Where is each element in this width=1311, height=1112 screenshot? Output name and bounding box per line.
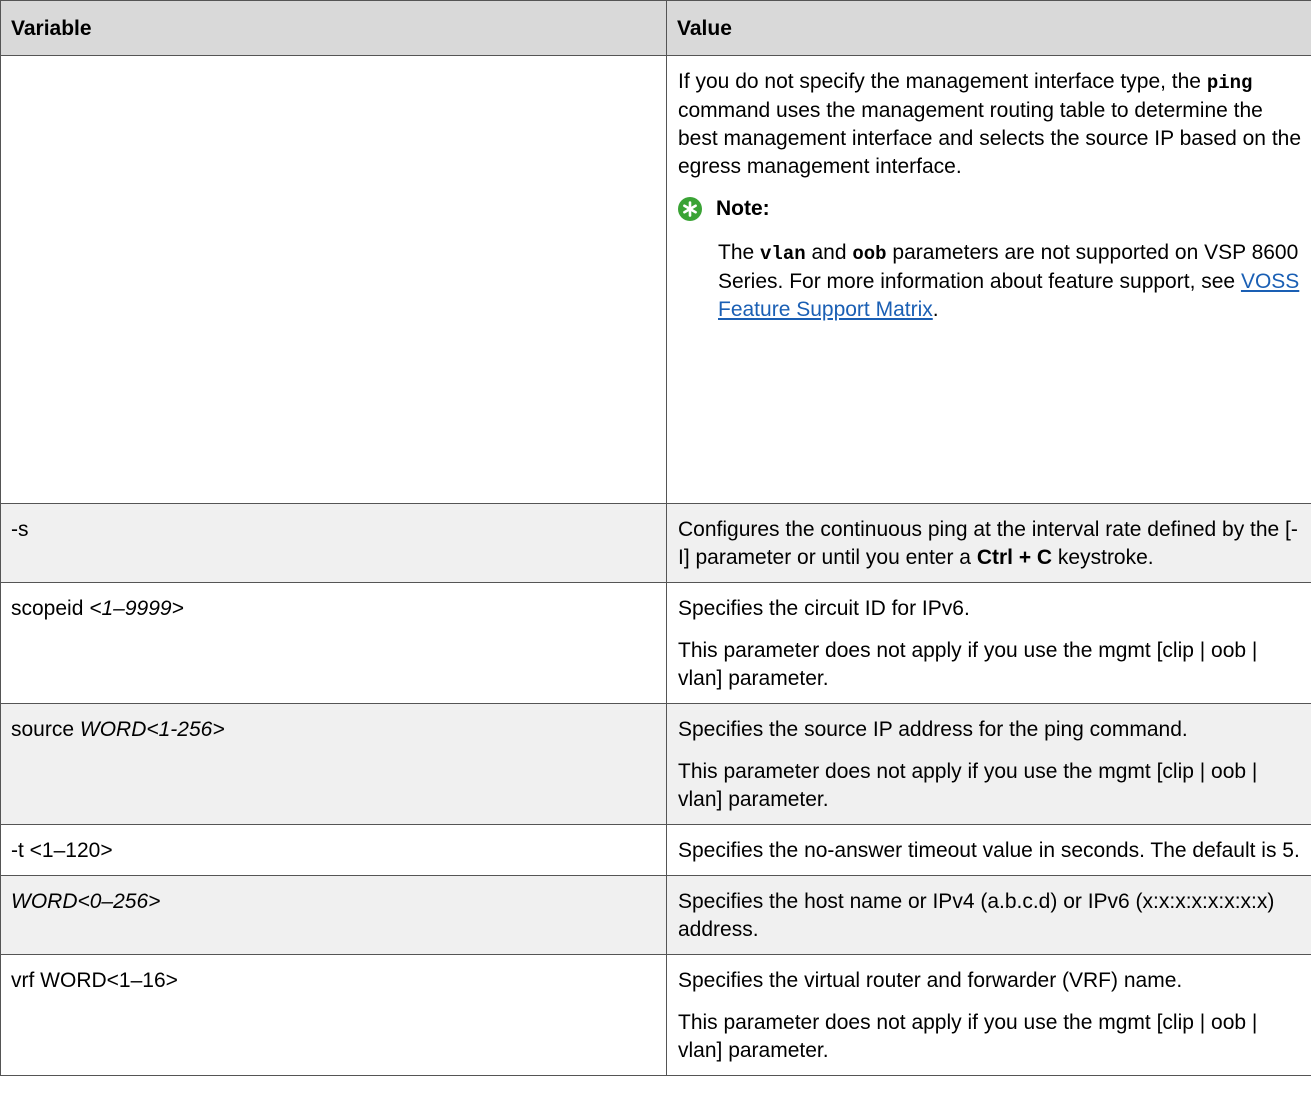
note-star-icon [678, 197, 702, 221]
table-row: scopeid <1–9999> Specifies the circuit I… [0, 582, 1311, 704]
text: . [932, 298, 939, 321]
table-row: -t <1–120> Specifies the no-answer timeo… [0, 824, 1311, 876]
variable-cell: source WORD<1-256> [0, 703, 667, 825]
variable-cell: -t <1–120> [0, 824, 667, 876]
text: If you do not specify the management int… [678, 70, 1207, 93]
variable-cell: vrf WORD<1–16> [0, 954, 667, 1076]
value-cell: Specifies the host name or IPv4 (a.b.c.d… [666, 875, 1311, 955]
header-variable: Variable [0, 0, 667, 56]
value-paragraph: Specifies the virtual router and forward… [678, 969, 1183, 992]
value-cell: Configures the continuous ping at the in… [666, 503, 1311, 583]
table-row: WORD<0–256> Specifies the host name or I… [0, 875, 1311, 955]
text: scopeid [11, 597, 90, 620]
value-paragraph: Specifies the circuit ID for IPv6. [678, 597, 970, 620]
keystroke: Ctrl + C [976, 546, 1053, 569]
parameter-table: Variable Value If you do not specify the… [0, 0, 1311, 1076]
variable-cell: scopeid <1–9999> [0, 582, 667, 704]
command-ping: ping [1206, 72, 1253, 94]
value-cell: Specifies the source IP address for the … [666, 703, 1311, 825]
text: WORD<0–256> [11, 890, 161, 913]
text: keystroke. [1052, 546, 1154, 569]
variable-cell [0, 55, 667, 504]
text: <1–9999> [89, 597, 184, 620]
text: WORD<1-256> [79, 718, 225, 741]
value-cell: If you do not specify the management int… [666, 55, 1311, 504]
value-paragraph: This parameter does not apply if you use… [678, 1011, 1258, 1062]
text: command uses the management routing tabl… [678, 99, 1302, 178]
variable-cell: -s [0, 503, 667, 583]
param-vlan: vlan [760, 243, 806, 265]
value-paragraph: Specifies the source IP address for the … [678, 718, 1188, 741]
value-paragraph: This parameter does not apply if you use… [678, 639, 1258, 690]
table-row: source WORD<1-256> Specifies the source … [0, 703, 1311, 825]
header-value: Value [666, 0, 1311, 56]
note-heading: Note: [678, 195, 1301, 223]
text: and [805, 241, 853, 264]
note-label: Note: [716, 197, 770, 220]
value-paragraph: Specifies the host name or IPv4 (a.b.c.d… [678, 890, 1275, 941]
value-paragraph: If you do not specify the management int… [678, 68, 1301, 181]
value-paragraph: This parameter does not apply if you use… [678, 760, 1258, 811]
table-row: -s Configures the continuous ping at the… [0, 503, 1311, 583]
value-cell: Specifies the no-answer timeout value in… [666, 824, 1311, 876]
text: The [718, 241, 761, 264]
value-paragraph: Configures the continuous ping at the in… [678, 516, 1301, 572]
value-paragraph: Specifies the no-answer timeout value in… [678, 839, 1300, 862]
table-row: If you do not specify the management int… [0, 55, 1311, 504]
variable-cell: WORD<0–256> [0, 875, 667, 955]
value-cell: Specifies the virtual router and forward… [666, 954, 1311, 1076]
note-body: The vlan and oob parameters are not supp… [678, 239, 1301, 324]
table-header-row: Variable Value [0, 0, 1311, 56]
text: source [11, 718, 80, 741]
table-row: vrf WORD<1–16> Specifies the virtual rou… [0, 954, 1311, 1076]
param-oob: oob [852, 243, 887, 265]
value-cell: Specifies the circuit ID for IPv6. This … [666, 582, 1311, 704]
